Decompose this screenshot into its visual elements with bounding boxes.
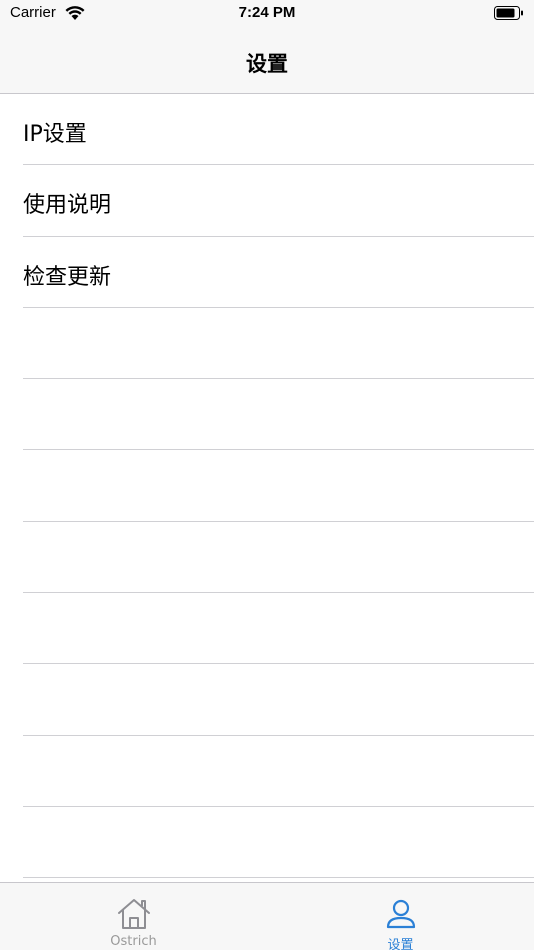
list-item-empty [0,522,534,594]
list-item-empty [0,736,534,808]
page-title: 设置 [246,52,288,76]
list-item-empty [0,450,534,523]
status-time: 7:24 PM [238,4,296,21]
tab-label: Ostrich [110,934,157,949]
tab-settings[interactable]: 设置 [267,883,534,950]
list-item-label: 使用说明 [23,193,112,219]
home-icon [117,899,150,929]
list-item-empty [0,379,534,451]
list-item-empty [0,664,534,736]
tab-bar: Ostrich 设置 [0,882,534,950]
list-item-label: IP设置 [23,122,87,147]
tab-ostrich[interactable]: Ostrich [0,883,267,950]
tab-label: 设置 [387,938,414,950]
list-item-empty [0,807,534,879]
list-item-check-update[interactable]: 检查更新 [0,237,534,309]
person-icon [386,899,415,929]
status-bar: Carrier 7:24 PM [0,0,534,26]
battery-icon [494,6,523,20]
settings-list[interactable]: IP设置 使用说明 检查更新 [0,94,534,879]
list-item-instructions[interactable]: 使用说明 [0,165,534,237]
navigation-bar: 设置 [0,26,534,94]
list-item-ip-settings[interactable]: IP设置 [0,94,534,166]
list-item-empty [0,593,534,665]
list-item-empty [0,308,534,380]
list-item-label: 检查更新 [23,264,112,290]
